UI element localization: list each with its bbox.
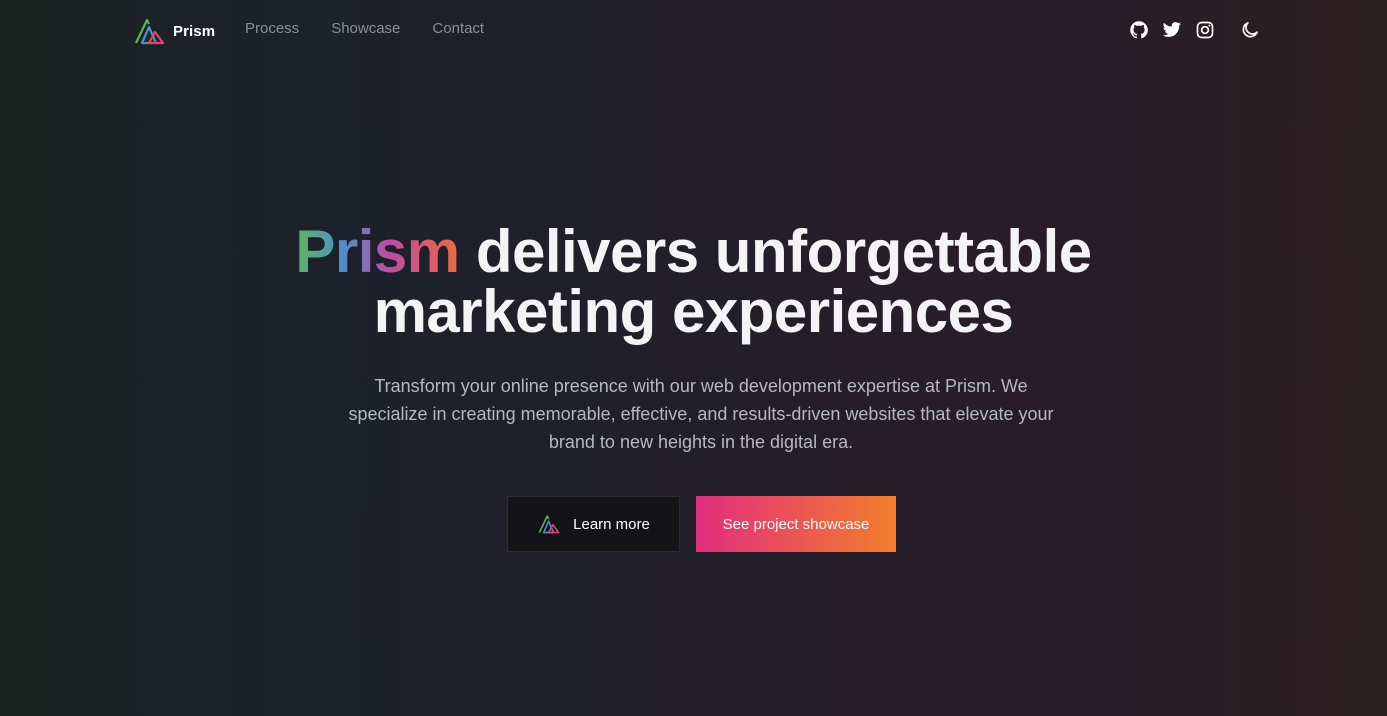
- hero-title-line-1: Prism delivers unforgettable: [0, 222, 1387, 282]
- hero-title-line-2: marketing experiences: [373, 278, 1014, 345]
- hero-subtitle: Transform your online presence with our …: [348, 376, 1054, 452]
- nav-link-showcase[interactable]: Showcase: [331, 20, 400, 37]
- hero-title-brand: Prism: [295, 218, 460, 285]
- instagram-link[interactable]: [1194, 19, 1216, 41]
- prism-logo-icon: [135, 18, 165, 45]
- nav-link-process[interactable]: Process: [245, 20, 299, 37]
- brand-name: Prism: [173, 22, 216, 40]
- instagram-icon: [1196, 21, 1214, 39]
- brand-home-link[interactable]: Prism: [134, 16, 215, 46]
- nav-link-contact[interactable]: Contact: [432, 20, 484, 37]
- learn-more-label: Learn more: [573, 515, 650, 533]
- main-nav: Process Showcase Contact: [245, 20, 484, 37]
- learn-more-button[interactable]: Learn more: [507, 496, 680, 552]
- prism-logo-icon: [538, 515, 560, 534]
- top-navigation: Prism Process Showcase Contact: [0, 0, 1387, 62]
- moon-icon: [1242, 22, 1258, 38]
- twitter-link[interactable]: [1161, 19, 1183, 41]
- see-project-showcase-label: See project showcase: [722, 515, 870, 533]
- see-project-showcase-button[interactable]: See project showcase: [696, 496, 896, 552]
- social-links: [1128, 19, 1261, 41]
- theme-toggle-button[interactable]: [1239, 19, 1261, 41]
- hero-title-rest: delivers unforgettable: [475, 218, 1092, 285]
- github-icon: [1130, 21, 1148, 39]
- hero-title: Prism delivers unforgettable marketing e…: [0, 222, 1387, 342]
- github-link[interactable]: [1128, 19, 1150, 41]
- twitter-icon: [1162, 22, 1182, 37]
